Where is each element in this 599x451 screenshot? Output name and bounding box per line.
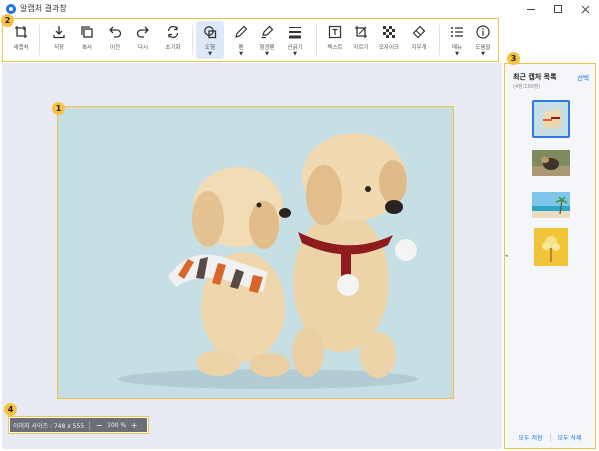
zoom-out-button[interactable]: −: [95, 421, 103, 430]
mosaic-tool-button[interactable]: 모자이크: [373, 21, 405, 59]
close-icon: [581, 5, 589, 13]
highlighter-label: 형광펜: [259, 45, 275, 51]
shape-tool-button[interactable]: 도형 ▼: [196, 21, 224, 59]
eraser-icon: [411, 24, 427, 40]
info-icon: [475, 24, 491, 40]
thumbnail-beach[interactable]: [532, 186, 570, 224]
zoom-in-button[interactable]: +: [130, 421, 138, 430]
puppies-photo: [58, 107, 452, 397]
eraser-label: 지우개: [411, 45, 427, 51]
panel-footer: 모두 저장 모두 삭제: [505, 433, 595, 442]
text-icon: [327, 24, 343, 40]
minimize-icon: [527, 8, 535, 10]
crop-label: 자르기: [353, 45, 369, 51]
status-bar: 이미지 사이즈 : 748 x 555 − 100 % +: [8, 416, 149, 434]
mosaic-label: 모자이크: [378, 45, 400, 51]
maximize-icon: [554, 5, 562, 13]
puppies-thumbnail-image: [534, 102, 568, 136]
crop-icon: [353, 24, 369, 40]
status-bar-inner: 이미지 사이즈 : 748 x 555 − 100 % +: [10, 418, 147, 432]
new-capture-label: 새캡처: [13, 45, 29, 51]
close-button[interactable]: [572, 1, 598, 17]
toolbar-divider: [316, 25, 317, 55]
line-width-label: 선굵기: [287, 45, 303, 51]
undo-icon: [107, 24, 123, 40]
badge-1: 1: [52, 102, 65, 115]
toolbar-divider: [439, 25, 440, 55]
download-icon: [51, 24, 67, 40]
status-divider: [89, 420, 91, 430]
toolbar-divider: [39, 25, 40, 55]
menu-icon: [449, 24, 465, 40]
badge-3: 3: [507, 52, 520, 65]
copy-icon: [79, 24, 95, 40]
footer-divider: [549, 433, 551, 442]
chevron-down-icon: ▼: [265, 51, 269, 57]
menu-label: 메뉴: [451, 45, 463, 51]
zoom-level: 100 %: [107, 421, 127, 429]
image-size-text: 이미지 사이즈 : 748 x 555: [13, 422, 85, 430]
new-capture-button[interactable]: 새캡처: [5, 21, 37, 59]
line-width-icon: [287, 24, 303, 40]
chevron-down-icon: ▼: [208, 51, 212, 57]
chevron-down-icon: ▼: [293, 51, 297, 57]
thumbnail-puppies[interactable]: [532, 100, 570, 138]
mosaic-icon: [381, 24, 397, 40]
delete-all-button[interactable]: 모두 삭제: [558, 433, 582, 442]
reset-button[interactable]: 초기화: [157, 21, 189, 59]
copy-label: 복사: [81, 45, 93, 51]
panel-collapse-handle[interactable]: ◂: [505, 253, 508, 259]
line-width-button[interactable]: 선굵기 ▼: [279, 21, 311, 59]
text-label: 텍스트: [327, 45, 343, 51]
app-logo-icon: [6, 4, 16, 14]
image-canvas[interactable]: [2, 63, 502, 449]
captured-image[interactable]: [57, 106, 454, 399]
shape-icon: [202, 24, 218, 40]
save-all-button[interactable]: 모두 저장: [519, 433, 543, 442]
badge-2: 2: [1, 14, 14, 27]
save-label: 저장: [53, 45, 65, 51]
pen-label: 펜: [238, 45, 244, 51]
yellow-flowers-thumbnail-image: [534, 228, 568, 266]
window-title: 알캡처 결과창: [20, 4, 67, 13]
thumbnail-yellow-flowers[interactable]: [532, 228, 570, 266]
chevron-down-icon: ▼: [481, 51, 485, 57]
redo-label: 다시: [137, 45, 149, 51]
redo-icon: [135, 24, 151, 40]
select-button[interactable]: 선택: [577, 72, 589, 82]
help-button[interactable]: 도움말 ▼: [467, 21, 499, 59]
redo-button[interactable]: 다시: [127, 21, 159, 59]
undo-label: 이전: [109, 45, 121, 51]
reset-label: 초기화: [165, 45, 181, 51]
chevron-down-icon: ▼: [239, 51, 243, 57]
shape-label: 도형: [204, 45, 216, 51]
new-capture-icon: [13, 24, 29, 40]
recent-captures-panel: 최근 캡처 목록 선택 (4장/100장) 모두 저장 모두 삭제: [504, 63, 596, 449]
panel-title: 최근 캡처 목록: [513, 73, 557, 81]
eraser-tool-button[interactable]: 지우개: [403, 21, 435, 59]
badge-4: 4: [4, 403, 17, 416]
refresh-icon: [165, 24, 181, 40]
thumbnail-dog-outdoor[interactable]: [532, 144, 570, 182]
help-label: 도움말: [475, 45, 491, 51]
capture-result-window: 알캡처 결과창 새캡처 저장 복사 이전 다시 초기화 도형 ▼ 펜 ▼ 형광펜…: [0, 0, 599, 451]
beach-thumbnail-image: [532, 192, 570, 218]
dog-outdoor-thumbnail-image: [532, 150, 570, 176]
pen-icon: [233, 24, 249, 40]
toolbar: 새캡처 저장 복사 이전 다시 초기화 도형 ▼ 펜 ▼ 형광펜 ▼ 선굵기 ▼…: [2, 18, 499, 62]
minimize-button[interactable]: [518, 1, 544, 17]
chevron-down-icon: ▼: [455, 51, 459, 57]
maximize-button[interactable]: [545, 1, 571, 17]
toolbar-divider: [192, 25, 193, 55]
highlighter-icon: [259, 24, 275, 40]
title-bar: 알캡처 결과창: [0, 0, 599, 18]
capture-count: (4장/100장): [513, 84, 541, 90]
